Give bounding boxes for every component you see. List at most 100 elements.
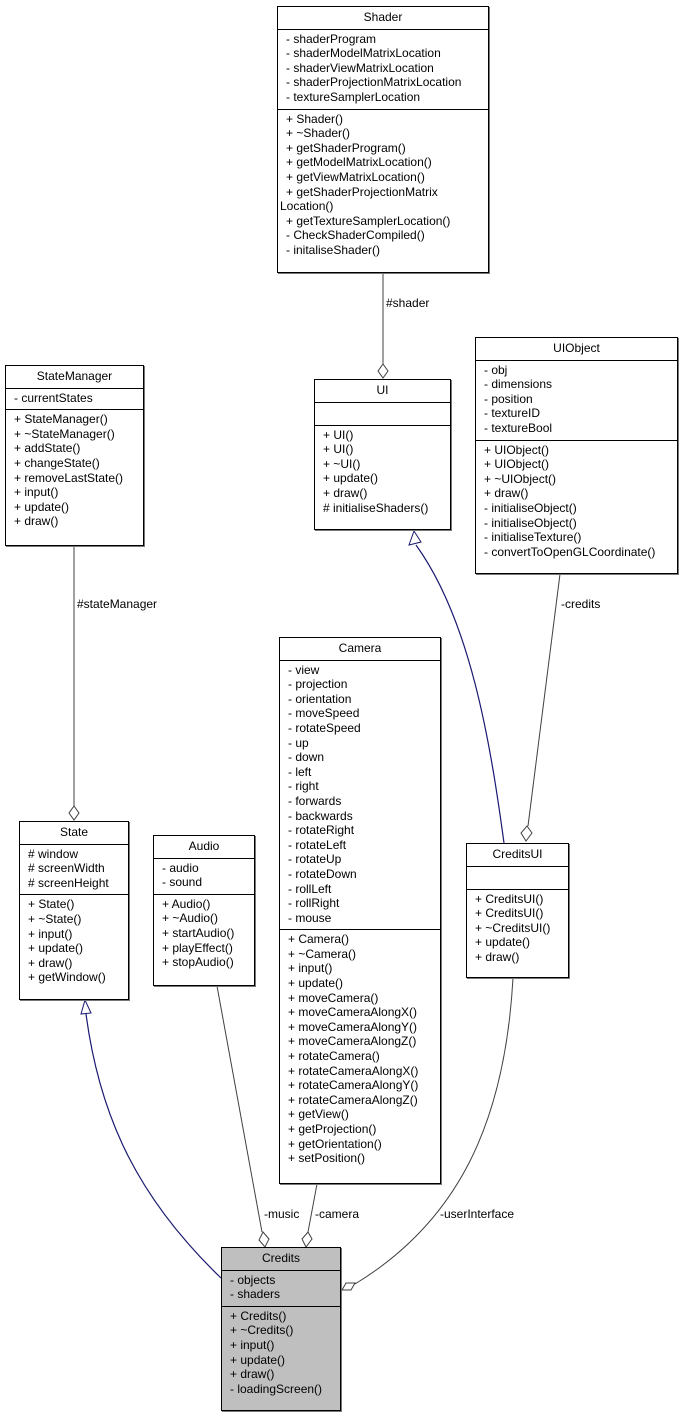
attribute: # window bbox=[28, 846, 79, 861]
method: - initialiseObject() bbox=[484, 515, 577, 530]
class-statemanager[interactable]: StateManager - currentStates + StateManage… bbox=[5, 365, 144, 546]
attribute: - rotateLeft bbox=[288, 837, 347, 852]
method: + State() bbox=[28, 897, 75, 912]
method: + StateManager() bbox=[14, 412, 108, 427]
attribute: - view bbox=[288, 662, 320, 677]
attributes-section: - currentStates bbox=[6, 389, 143, 411]
method: + update() bbox=[288, 976, 344, 991]
attributes-section bbox=[315, 403, 450, 426]
method: + update() bbox=[28, 941, 84, 956]
attribute: - position bbox=[484, 391, 533, 406]
method: + ~Shader() bbox=[286, 126, 351, 141]
attribute: - up bbox=[288, 735, 309, 750]
method: + playEffect() bbox=[162, 940, 233, 955]
attribute: - rotateDown bbox=[288, 866, 357, 881]
edge-label-shader: #shader bbox=[386, 296, 430, 310]
class-audio[interactable]: Audio - audio - sound + Audio() + ~Audio() + … bbox=[153, 835, 255, 986]
method: + getOrientation() bbox=[288, 1136, 382, 1151]
edge-uiobject-creditsui bbox=[520, 573, 561, 842]
class-uiobject[interactable]: UIObject - obj - dimensions - position - tex… bbox=[475, 337, 678, 574]
method: + getModelMatrixLocation() bbox=[286, 155, 432, 170]
method: + ~StateManager() bbox=[14, 426, 115, 441]
attribute: - obj bbox=[484, 362, 508, 377]
method: + moveCameraAlongZ() bbox=[288, 1034, 417, 1049]
class-name: Camera bbox=[280, 638, 440, 661]
edge-shader-ui bbox=[377, 273, 389, 379]
aggregation-diamond bbox=[341, 1282, 356, 1291]
method: + UI() bbox=[323, 442, 354, 457]
method: + UI() bbox=[323, 427, 354, 442]
attribute: - forwards bbox=[288, 793, 342, 808]
attribute: - shaderViewMatrixLocation bbox=[286, 60, 434, 75]
class-name: Shader bbox=[278, 7, 488, 30]
class-name: Credits bbox=[222, 1248, 340, 1271]
class-ui[interactable]: UI + UI() + UI() + ~UI() + update() + draw() #… bbox=[314, 379, 451, 530]
method: + draw() bbox=[28, 955, 73, 970]
method: - initialiseObject() bbox=[484, 500, 577, 515]
class-shader[interactable]: Shader - shaderProgram - shaderModelMatrix… bbox=[277, 6, 489, 273]
method: + input() bbox=[288, 961, 333, 976]
methods-section: + State() + ~State() + input() + update() + … bbox=[20, 895, 128, 989]
aggregation-diamond bbox=[301, 1231, 313, 1248]
edge-label-music: -music bbox=[264, 1207, 300, 1221]
edge-label-credits: -credits bbox=[561, 597, 601, 611]
attribute: - rotateSpeed bbox=[288, 720, 361, 735]
attribute: - currentStates bbox=[14, 390, 93, 405]
class-state[interactable]: State # window # screenWidth # screenHeight… bbox=[19, 821, 129, 1000]
attributes-section bbox=[467, 867, 568, 890]
method: + getShaderProjectionMatrix bbox=[286, 184, 438, 199]
method: + getWindow() bbox=[28, 970, 106, 985]
methods-section: + Credits() + ~Credits() + input() + update… bbox=[222, 1307, 340, 1401]
methods-section: + UI() + UI() + ~UI() + update() + draw() # i… bbox=[315, 426, 450, 520]
method: + moveCamera() bbox=[288, 990, 379, 1005]
attribute: - rotateRight bbox=[288, 823, 355, 838]
attribute: - dimensions bbox=[484, 377, 553, 392]
method: + UIObject() bbox=[484, 442, 550, 457]
method: + rotateCamera() bbox=[288, 1049, 380, 1064]
method: + draw() bbox=[14, 514, 59, 529]
method: + ~Camera() bbox=[288, 946, 357, 961]
method: + getViewMatrixLocation() bbox=[286, 169, 425, 184]
attribute: - shaderModelMatrixLocation bbox=[286, 46, 441, 61]
method: + UIObject() bbox=[484, 457, 550, 472]
method: + Shader() bbox=[286, 111, 344, 126]
method: + update() bbox=[323, 471, 379, 486]
attribute: - sound bbox=[162, 875, 203, 890]
methods-section: + StateManager() + ~StateManager() + addSt… bbox=[6, 410, 143, 533]
method: - loadingScreen() bbox=[230, 1381, 323, 1396]
method: + update() bbox=[230, 1352, 286, 1367]
attributes-section: # window # screenWidth # screenHeight bbox=[20, 845, 128, 896]
method: + setPosition() bbox=[288, 1151, 366, 1166]
method: + ~Credits() bbox=[230, 1323, 294, 1338]
edge-label-statemanager: #stateManager bbox=[77, 597, 158, 611]
method: + CreditsUI() bbox=[475, 891, 544, 906]
edge-label-userinterface: -userInterface bbox=[440, 1207, 515, 1221]
aggregation-diamond bbox=[258, 1231, 270, 1248]
method: + rotateCameraAlongX() bbox=[288, 1063, 419, 1078]
class-camera[interactable]: Camera - view - projection - orientation - m… bbox=[279, 637, 441, 1184]
class-credits[interactable]: Credits - objects - shaders + Credits() + ~C… bbox=[221, 1247, 341, 1411]
method: + stopAudio() bbox=[162, 955, 234, 970]
inheritance-arrow bbox=[408, 529, 422, 546]
method: + getShaderProgram() bbox=[286, 140, 406, 155]
attributes-section: - shaderProgram - shaderModelMatrixLocati… bbox=[278, 30, 488, 110]
methods-section: + Camera() + ~Camera() + input() + update()… bbox=[280, 930, 440, 1170]
method: + CreditsUI() bbox=[475, 906, 544, 921]
class-creditsui[interactable]: CreditsUI + CreditsUI() + CreditsUI() + ~Cr… bbox=[466, 843, 569, 978]
attribute: - audio bbox=[162, 860, 199, 875]
methods-section: + UIObject() + UIObject() + ~UIObject() + d… bbox=[476, 441, 677, 564]
attribute: - shaders bbox=[230, 1287, 281, 1302]
attribute: # screenWidth bbox=[28, 861, 105, 876]
method: + getProjection() bbox=[288, 1122, 377, 1136]
aggregation-diamond bbox=[68, 805, 80, 821]
attribute: - textureBool bbox=[484, 420, 553, 435]
attributes-section: - view - projection - orientation - moveSpe… bbox=[280, 661, 440, 931]
method: + moveCameraAlongX() bbox=[288, 1005, 418, 1020]
method: + getTextureSamplerLocation() bbox=[286, 213, 451, 228]
attribute: - textureID bbox=[484, 406, 541, 421]
edge-label-camera: -camera bbox=[315, 1207, 360, 1221]
attribute: - down bbox=[288, 750, 325, 765]
method: + update() bbox=[475, 935, 531, 950]
method: + input() bbox=[28, 926, 73, 941]
attribute: - backwards bbox=[288, 808, 353, 823]
